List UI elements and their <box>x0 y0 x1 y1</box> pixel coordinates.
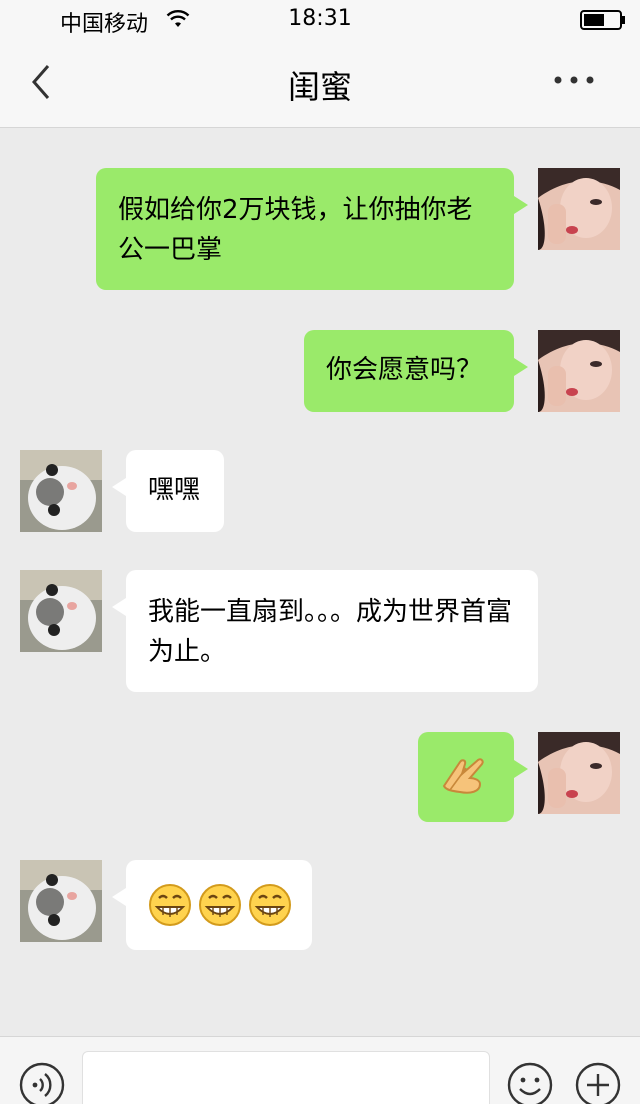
smiley-icon[interactable] <box>506 1061 554 1104</box>
voice-icon[interactable] <box>18 1061 66 1104</box>
battery-icon <box>580 10 625 30</box>
message-bubble-me[interactable] <box>418 732 528 822</box>
contact-avatar[interactable] <box>20 860 102 942</box>
contact-avatar[interactable] <box>20 450 102 532</box>
input-bar <box>0 1036 640 1104</box>
more-dots-icon[interactable] <box>552 68 596 92</box>
my-avatar[interactable] <box>538 330 620 412</box>
nav-bar: 闺蜜 <box>0 40 640 128</box>
message-text: 你会愿意吗？ <box>326 355 483 385</box>
status-time: 18:31 <box>288 6 352 31</box>
chat-title: 闺蜜 <box>287 68 352 106</box>
grin-emoji <box>199 884 241 926</box>
message-text: 假如给你2万块钱，让你抽你老公一巴掌 <box>118 195 473 265</box>
message-bubble-me[interactable]: 你会愿意吗？ <box>304 330 528 412</box>
message-input[interactable] <box>82 1051 490 1104</box>
message-bubble-them[interactable]: 嘿嘿 <box>112 450 224 532</box>
contact-avatar[interactable] <box>20 570 102 652</box>
my-avatar[interactable] <box>538 168 620 250</box>
plus-icon[interactable] <box>574 1061 622 1104</box>
clap-hand-emoji <box>442 758 484 794</box>
message-bubble-them[interactable]: 我能一直扇到。。。成为世界首富为止。 <box>112 570 538 692</box>
grin-emoji <box>249 884 291 926</box>
status-bar: 中国移动 18:31 <box>0 0 640 40</box>
message-text: 嘿嘿 <box>148 475 201 505</box>
message-text: 我能一直扇到。。。成为世界首富为止。 <box>148 597 513 667</box>
message-bubble-me[interactable]: 假如给你2万块钱，让你抽你老公一巴掌 <box>96 168 528 290</box>
message-bubble-them[interactable] <box>112 860 312 950</box>
my-avatar[interactable] <box>538 732 620 814</box>
grin-emoji <box>149 884 191 926</box>
emoji-row <box>148 880 312 930</box>
